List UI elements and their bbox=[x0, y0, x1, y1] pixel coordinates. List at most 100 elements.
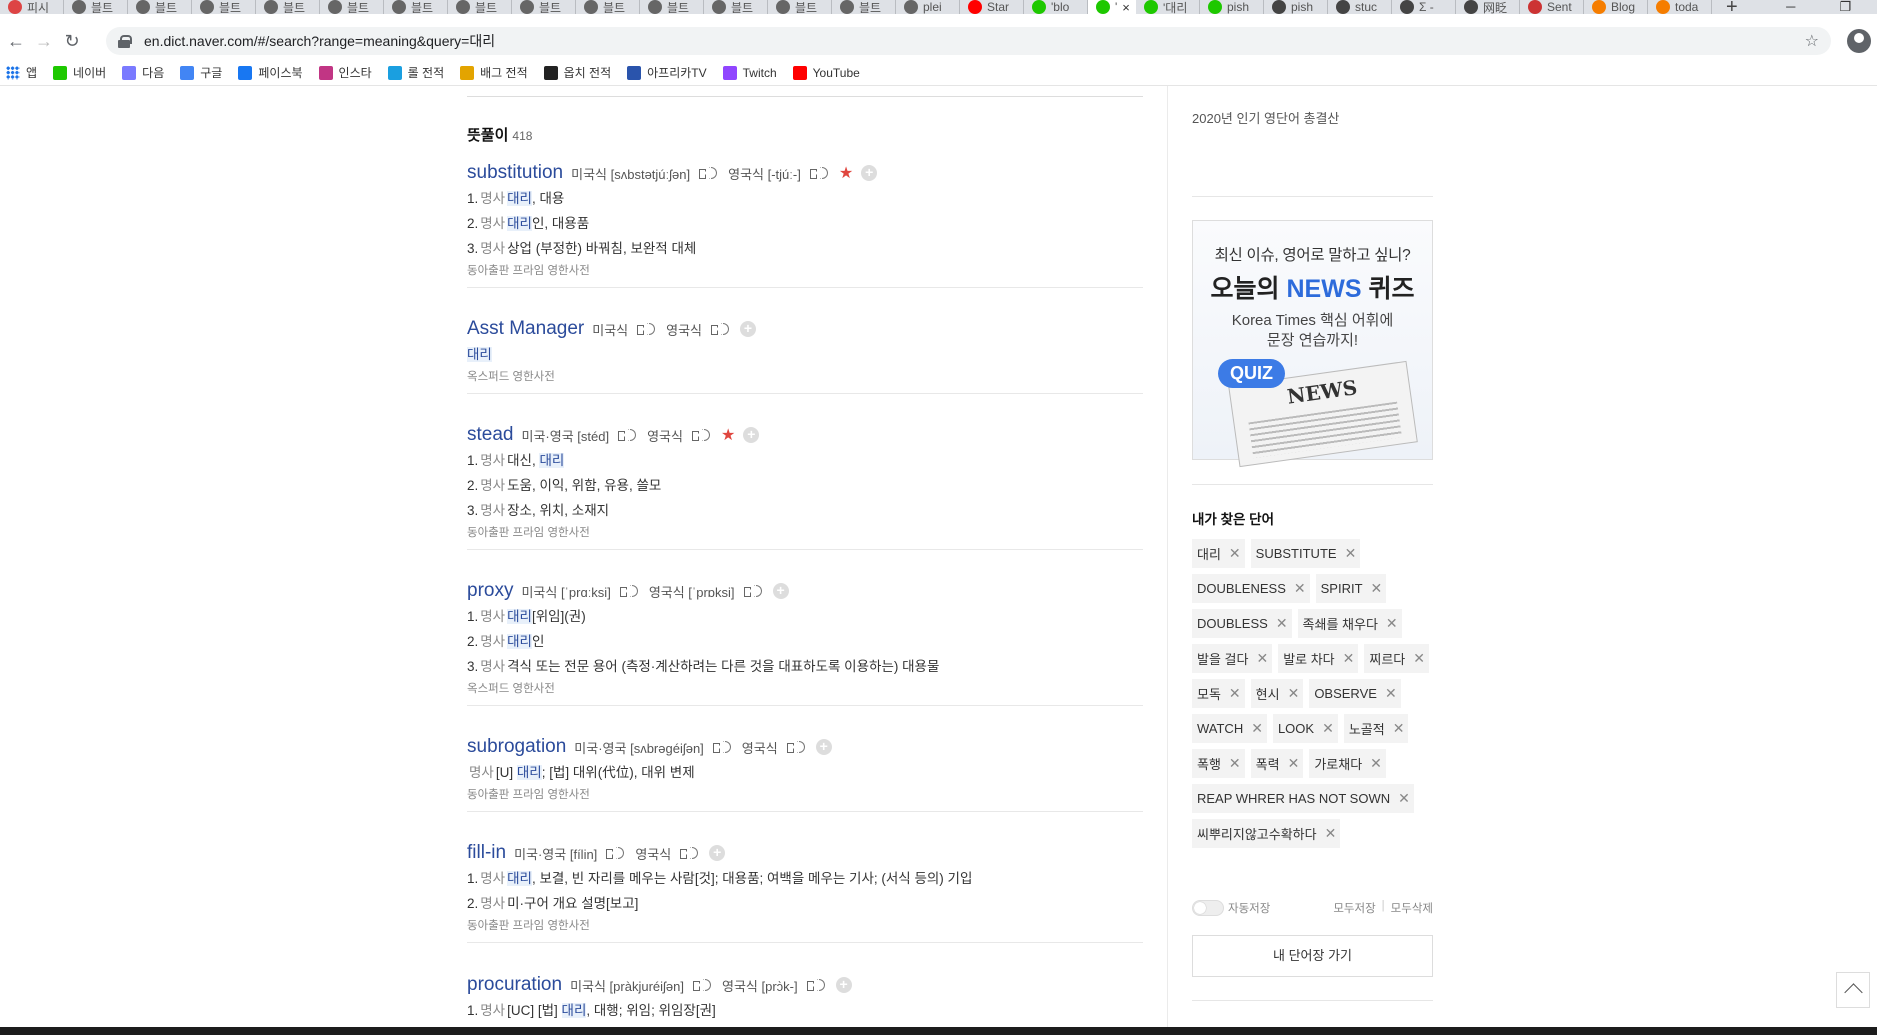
dictionary-source[interactable]: 동아출판 프라임 영한사전 bbox=[467, 523, 1143, 549]
chip-label[interactable]: 발을 걸다 bbox=[1197, 649, 1248, 668]
speaker-icon[interactable] bbox=[786, 739, 808, 755]
searched-word-chip[interactable]: DOUBLENESS ✕ bbox=[1192, 574, 1310, 603]
remove-word-icon[interactable]: ✕ bbox=[1229, 545, 1241, 562]
bookmark-item[interactable]: 아프리카TV bbox=[627, 64, 707, 81]
chip-label[interactable]: 찌르다 bbox=[1369, 649, 1405, 668]
delete-all-button[interactable]: 모두삭제 bbox=[1391, 900, 1433, 916]
searched-word-chip[interactable]: REAP WHRER HAS NOT SOWN ✕ bbox=[1192, 784, 1414, 813]
browser-tab[interactable]: 블트 bbox=[192, 0, 256, 14]
remove-word-icon[interactable]: ✕ bbox=[1325, 825, 1337, 842]
remove-word-icon[interactable]: ✕ bbox=[1294, 580, 1306, 597]
chip-label[interactable]: 발로 차다 bbox=[1283, 649, 1334, 668]
profile-avatar-icon[interactable] bbox=[1847, 29, 1871, 53]
bookmark-item[interactable]: 다음 bbox=[122, 64, 164, 81]
entry-word-link[interactable]: stead bbox=[467, 424, 513, 446]
add-to-wordbook-icon[interactable]: + bbox=[743, 427, 760, 443]
speaker-icon[interactable] bbox=[617, 427, 639, 443]
chip-label[interactable]: REAP WHRER HAS NOT SOWN bbox=[1197, 791, 1390, 806]
bookmark-item[interactable]: 페이스북 bbox=[238, 64, 303, 81]
bookmark-item[interactable]: 인스타 bbox=[318, 64, 372, 81]
browser-tab[interactable]: 블트 bbox=[448, 0, 512, 14]
remove-word-icon[interactable]: ✕ bbox=[1322, 720, 1334, 737]
remove-word-icon[interactable]: ✕ bbox=[1345, 545, 1357, 562]
entry-word-link[interactable]: subrogation bbox=[467, 736, 566, 758]
browser-tab[interactable]: 블트 bbox=[704, 0, 768, 14]
browser-tab[interactable]: 'blo bbox=[1024, 0, 1088, 14]
browser-tab[interactable]: 블트 bbox=[64, 0, 128, 14]
reload-icon[interactable]: ↻ bbox=[58, 31, 86, 52]
save-all-button[interactable]: 모두저장 bbox=[1333, 900, 1375, 916]
chip-label[interactable]: 폭행 bbox=[1197, 754, 1221, 773]
chip-label[interactable]: 대리 bbox=[1197, 544, 1221, 563]
browser-tab[interactable]: 블트 bbox=[320, 0, 384, 14]
chip-label[interactable]: DOUBLESS bbox=[1197, 616, 1268, 631]
chip-label[interactable]: 모독 bbox=[1197, 684, 1221, 703]
browser-tab[interactable]: '대리 bbox=[1136, 0, 1200, 14]
chip-label[interactable]: WATCH bbox=[1197, 721, 1243, 736]
browser-tab[interactable]: 블트 bbox=[384, 0, 448, 14]
remove-word-icon[interactable]: ✕ bbox=[1393, 720, 1405, 737]
entry-word-link[interactable]: fill-in bbox=[467, 842, 506, 864]
browser-tab[interactable]: Σ - bbox=[1392, 0, 1456, 14]
searched-word-chip[interactable]: 폭력 ✕ bbox=[1250, 749, 1304, 778]
close-tab-icon[interactable]: × bbox=[1122, 0, 1130, 14]
dictionary-source[interactable]: 동아출판 프라임 영한사전 bbox=[467, 916, 1143, 942]
browser-tab[interactable]: 블트 bbox=[832, 0, 896, 14]
chip-label[interactable]: 족쇄를 채우다 bbox=[1303, 614, 1378, 633]
searched-word-chip[interactable]: LOOK ✕ bbox=[1272, 714, 1338, 743]
speaker-icon[interactable] bbox=[710, 321, 732, 337]
chip-label[interactable]: 폭력 bbox=[1256, 754, 1280, 773]
forward-arrow-icon[interactable]: → bbox=[30, 31, 58, 52]
add-to-wordbook-icon[interactable]: + bbox=[709, 845, 726, 861]
popular-words-label[interactable]: 2020년 인기 영단어 총결산 bbox=[1192, 108, 1433, 127]
remove-word-icon[interactable]: ✕ bbox=[1343, 650, 1355, 667]
bookmark-item[interactable]: 배그 전적 bbox=[460, 64, 528, 81]
bookmark-star-icon[interactable]: ☆ bbox=[1805, 31, 1819, 51]
chip-label[interactable]: OBSERVE bbox=[1314, 686, 1377, 701]
speaker-icon[interactable] bbox=[806, 977, 828, 993]
bookmark-item[interactable]: 롤 전적 bbox=[387, 64, 444, 81]
autosave-toggle[interactable] bbox=[1192, 900, 1224, 916]
chip-label[interactable]: DOUBLENESS bbox=[1197, 581, 1286, 596]
entry-word-link[interactable]: proxy bbox=[467, 580, 513, 602]
chip-label[interactable]: LOOK bbox=[1278, 721, 1314, 736]
searched-word-chip[interactable]: 노골적 ✕ bbox=[1343, 714, 1409, 743]
dictionary-source[interactable]: 동아출판 프라임 영한사전 bbox=[467, 785, 1143, 811]
remove-word-icon[interactable]: ✕ bbox=[1288, 685, 1300, 702]
browser-tab[interactable]: 블트 bbox=[640, 0, 704, 14]
lock-icon[interactable] bbox=[118, 35, 132, 48]
remove-word-icon[interactable]: ✕ bbox=[1386, 615, 1398, 632]
browser-tab[interactable]: Blog bbox=[1584, 0, 1648, 14]
bookmark-item[interactable]: Twitch bbox=[722, 65, 777, 80]
remove-word-icon[interactable]: ✕ bbox=[1256, 650, 1268, 667]
remove-word-icon[interactable]: ✕ bbox=[1413, 650, 1425, 667]
speaker-icon[interactable] bbox=[636, 321, 658, 337]
searched-word-chip[interactable]: 족쇄를 채우다 ✕ bbox=[1297, 609, 1402, 638]
address-bar[interactable]: en.dict.naver.com/#/search?range=meaning… bbox=[106, 27, 1831, 55]
browser-tab[interactable]: plei bbox=[896, 0, 960, 14]
url-text[interactable]: en.dict.naver.com/#/search?range=meaning… bbox=[144, 31, 495, 51]
remove-word-icon[interactable]: ✕ bbox=[1229, 755, 1241, 772]
scroll-top-button[interactable] bbox=[1836, 972, 1870, 1008]
chip-label[interactable]: 씨뿌리지않고수확하다 bbox=[1197, 824, 1317, 843]
searched-word-chip[interactable]: 대리 ✕ bbox=[1192, 539, 1245, 568]
add-to-wordbook-icon[interactable]: + bbox=[835, 977, 852, 993]
remove-word-icon[interactable]: ✕ bbox=[1371, 580, 1383, 597]
chip-label[interactable]: SUBSTITUTE bbox=[1256, 546, 1337, 561]
chip-label[interactable]: 가로채다 bbox=[1314, 754, 1362, 773]
browser-tab[interactable]: 블트 bbox=[576, 0, 640, 14]
remove-word-icon[interactable]: ✕ bbox=[1276, 615, 1288, 632]
chip-label[interactable]: 노골적 bbox=[1349, 719, 1385, 738]
add-to-wordbook-icon[interactable]: + bbox=[740, 321, 757, 337]
add-to-wordbook-icon[interactable]: + bbox=[815, 739, 832, 755]
entry-word-link[interactable]: Asst Manager bbox=[467, 318, 584, 340]
bookmark-item[interactable]: 네이버 bbox=[53, 64, 106, 81]
searched-word-chip[interactable]: 모독 ✕ bbox=[1192, 679, 1245, 708]
searched-word-chip[interactable]: SPIRIT ✕ bbox=[1315, 574, 1387, 603]
bookmark-item[interactable]: 구글 bbox=[180, 64, 222, 81]
restore-icon[interactable]: ❐ bbox=[1839, 0, 1851, 14]
searched-word-chip[interactable]: 폭행 ✕ bbox=[1192, 749, 1245, 778]
back-arrow-icon[interactable]: ← bbox=[2, 31, 30, 52]
searched-word-chip[interactable]: 현시 ✕ bbox=[1250, 679, 1304, 708]
bookmark-item[interactable]: YouTube bbox=[792, 65, 860, 80]
